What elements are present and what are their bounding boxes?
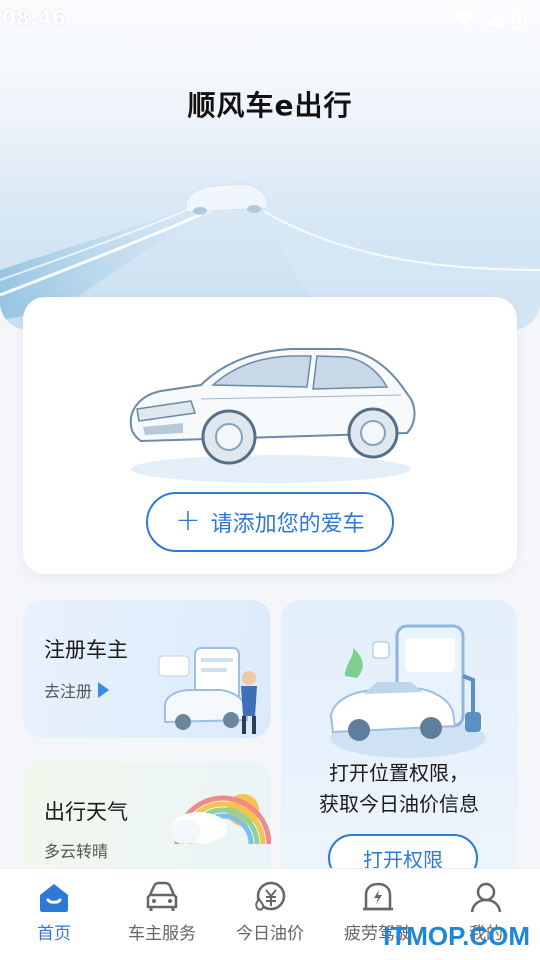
fuel-price-location-card: 打开位置权限， 获取今日油价信息 打开权限 [281,600,517,900]
add-car-label: 请添加您的爱车 [210,512,365,537]
register-title: 注册车主 [44,638,128,662]
arrow-right-icon [98,682,110,698]
fuel-price-icon [255,881,286,911]
location-permission-message: 打开位置权限， 获取今日油价信息 [281,758,517,820]
register-link-label: 去注册 [44,682,93,701]
fatigue-icon [363,882,393,911]
weather-title: 出行天气 [44,800,128,824]
status-bar: 08:46 [0,0,540,36]
plus-icon: + [175,502,201,538]
tab-owner-services[interactable]: 车主服务 [108,869,216,960]
battery-icon [512,7,526,29]
tab-fuel-price[interactable]: 今日油价 [216,869,324,960]
fuel-station-illustration [329,624,486,758]
location-message-line1: 打开位置权限， [329,761,469,785]
watermark: ITMOP.COM [383,921,530,951]
tab-fuel-price-label: 今日油价 [236,924,304,944]
profile-icon [470,882,502,913]
tab-owner-services-label: 车主服务 [128,924,196,944]
home-icon [40,884,68,912]
location-message-line2: 获取今日油价信息 [319,792,479,816]
register-link[interactable]: 去注册 [44,678,110,702]
tab-home[interactable]: 首页 [0,869,108,960]
car-icon [146,881,178,911]
add-car-card: + 请添加您的爱车 [23,297,517,574]
signal-icon [485,10,503,26]
add-car-button[interactable]: + 请添加您的爱车 [146,492,394,552]
register-owner-card[interactable]: 注册车主 去注册 [23,600,271,738]
tab-home-label: 首页 [37,924,71,944]
weather-summary: 多云转晴 [44,842,109,861]
car-illustration [129,348,416,483]
hero-banner: 08:46 顺风车e出行 [0,0,540,330]
wifi-icon [455,10,475,26]
status-time: 08:46 [2,6,66,30]
register-illustration [158,647,257,734]
app-title: 顺风车e出行 [187,89,353,122]
